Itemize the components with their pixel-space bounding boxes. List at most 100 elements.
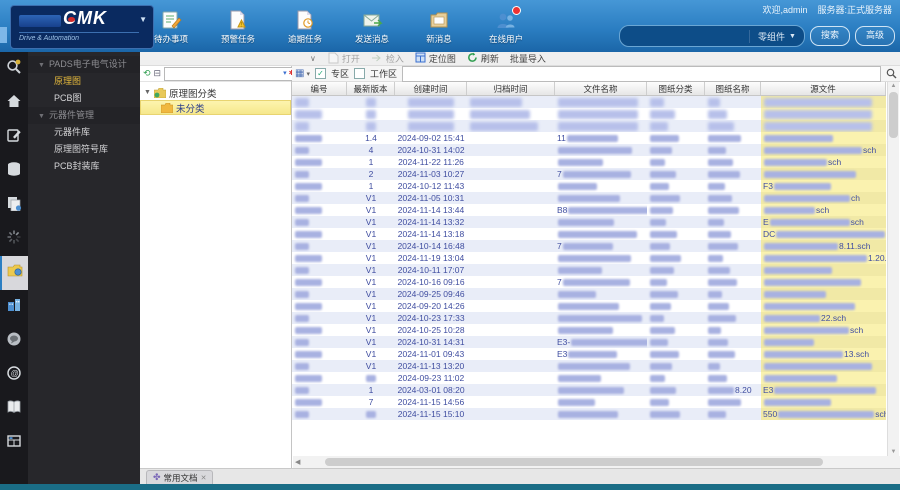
table-filter-input[interactable]	[402, 65, 881, 82]
app-button-overdue-task[interactable]: 逾期任务	[280, 9, 330, 45]
table-row[interactable]: V1 2024-09-20 14:26	[292, 300, 886, 312]
app-button-todo[interactable]: 待办事项	[146, 9, 196, 45]
column-header-最新版本[interactable]: 最新版本	[347, 82, 395, 95]
table-row[interactable]: V1 2024-11-14 13:18 DC11.15.sch	[292, 228, 886, 240]
table-row[interactable]: 2024-11-15 15:10 550 sch	[292, 408, 886, 420]
rail-item-database[interactable]	[0, 154, 28, 188]
part-search-input[interactable]	[627, 30, 744, 42]
toolbar-button-打开[interactable]: 打开	[328, 52, 360, 66]
tree-refresh-icon[interactable]: ⟲	[143, 69, 151, 78]
scroll-up-arrow[interactable]: ▲	[888, 83, 899, 89]
table-row[interactable]: V1 2024-09-25 09:46	[292, 288, 886, 300]
table-row[interactable]: V1 2024-10-25 10:28 sch	[292, 324, 886, 336]
column-header-编号[interactable]: 编号	[292, 82, 347, 95]
nav-item-plain[interactable]: PCB图	[28, 90, 140, 107]
search-icon[interactable]	[886, 68, 897, 79]
table-row[interactable]: V1 2024-11-14 13:44 B8 sch	[292, 204, 886, 216]
redacted-text	[708, 170, 740, 178]
app-button-alert-task[interactable]: ! 预警任务	[213, 9, 263, 45]
column-header-源文件[interactable]: 源文件	[761, 82, 886, 95]
cell-text: 2024-10-11 17:07	[397, 265, 465, 275]
redacted-text	[295, 218, 309, 226]
vertical-scrollbar[interactable]: ▲ ▼	[887, 82, 899, 456]
rail-item-home[interactable]	[0, 86, 28, 120]
rail-item-resource-folder[interactable]	[0, 256, 28, 290]
table-row[interactable]: V1 2024-11-14 13:32 Esch	[292, 216, 886, 228]
zone-checkbox[interactable]: ✓	[314, 68, 326, 79]
nav-item-active[interactable]: 原理图	[28, 73, 140, 90]
vertical-scroll-thumb[interactable]	[889, 92, 898, 138]
table-cell: 8.11.sch	[761, 240, 886, 252]
table-row[interactable]: 1 2024-10-12 11:43 F3	[292, 180, 886, 192]
scroll-left-arrow[interactable]: ◀	[295, 458, 300, 466]
table-row[interactable]: V1 2024-11-01 09:43 E3 13.sch	[292, 348, 886, 360]
rail-item-enterprise[interactable]	[0, 290, 28, 324]
app-button-online-users[interactable]: 在线用户	[481, 6, 531, 45]
redacted-text	[776, 230, 886, 238]
column-header-图纸分类[interactable]: 图纸分类	[647, 82, 705, 95]
redacted-text	[562, 278, 630, 286]
app-button-new-message[interactable]: 新消息	[414, 9, 464, 45]
table-row[interactable]: V1 2024-10-23 17:33 22.sch	[292, 312, 886, 324]
tree-expand-caret[interactable]: ▼	[144, 89, 151, 96]
toolbar-collapse-caret[interactable]: ∨	[310, 54, 316, 63]
rail-item-book[interactable]	[0, 392, 28, 426]
nav-item-plain[interactable]: PCB封装库	[28, 158, 140, 175]
tree-root-node[interactable]: ▼ 原理图分类	[140, 85, 291, 100]
tree-collapse-icon[interactable]: ⊟	[154, 69, 162, 78]
bottom-tab[interactable]: ✤ 常用文档 ✕	[146, 470, 214, 484]
column-header-创建时间[interactable]: 创建时间	[395, 82, 467, 95]
server-text: 服务器:正式服务器	[817, 5, 892, 15]
cell-text: 22.sch	[821, 313, 847, 323]
table-row[interactable]: V1 2024-11-19 13:04 1.20.sch	[292, 252, 886, 264]
rail-item-chat[interactable]	[0, 324, 28, 358]
tree-node-selected[interactable]: 未分类	[140, 100, 291, 115]
table-row[interactable]: 1 2024-03-01 08:20 8.20 E3	[292, 384, 886, 396]
table-row[interactable]	[292, 96, 886, 108]
table-row[interactable]	[292, 120, 886, 132]
rail-item-copy[interactable]	[0, 188, 28, 222]
nav-item-plain[interactable]: 原理图符号库	[28, 141, 140, 158]
table-row[interactable]: 1.4 2024-09-02 15:41 11	[292, 132, 886, 144]
search-category-dropdown[interactable]: 零组件 ▼	[749, 29, 796, 43]
column-header-文件名称[interactable]: 文件名称	[555, 82, 647, 95]
nav-group[interactable]: ▼ PADS电子电气设计	[28, 56, 140, 73]
view-mode-dropdown[interactable]: ▦ ▾	[295, 68, 310, 79]
tree-filter-icon[interactable]: ▾	[283, 70, 287, 77]
workspace-checkbox[interactable]	[353, 68, 365, 79]
table-row[interactable]: V1 2024-11-13 13:20	[292, 360, 886, 372]
rail-item-panel[interactable]	[0, 426, 28, 460]
rail-item-search[interactable]	[0, 52, 28, 86]
table-row[interactable]: 7 2024-11-15 14:56	[292, 396, 886, 408]
redacted-text	[650, 230, 677, 238]
nav-item-plain[interactable]: 元器件库	[28, 124, 140, 141]
rail-item-loading[interactable]	[0, 222, 28, 256]
toolbar-button-定位图[interactable]: 定位图	[415, 52, 456, 65]
toolbar-button-刷新[interactable]: 刷新	[467, 52, 499, 65]
table-row[interactable]: 1 2024-11-22 11:26 sch	[292, 156, 886, 168]
table-row[interactable]: 2 2024-11-03 10:27 7	[292, 168, 886, 180]
tree-search-input[interactable]	[167, 68, 282, 79]
advanced-search-button[interactable]: 高级	[854, 26, 895, 46]
nav-group[interactable]: ▼ 元器件管理	[28, 107, 140, 124]
table-row[interactable]: 4 2024-10-31 14:02 sch	[292, 144, 886, 156]
horizontal-scroll-thumb[interactable]	[325, 458, 823, 466]
column-header-归档时间[interactable]: 归档时间	[467, 82, 555, 95]
close-icon[interactable]: ✕	[201, 474, 207, 482]
table-row[interactable]	[292, 108, 886, 120]
scroll-down-arrow[interactable]: ▼	[888, 449, 899, 455]
table-row[interactable]: V1 2024-10-16 09:16 7	[292, 276, 886, 288]
column-header-图纸名称[interactable]: 图纸名称	[705, 82, 761, 95]
table-row[interactable]: V1 2024-10-14 16:48 7 8.11.sch	[292, 240, 886, 252]
table-row[interactable]: V1 2024-11-05 10:31 ch	[292, 192, 886, 204]
rail-item-edit[interactable]	[0, 120, 28, 154]
toolbar-button-批量导入[interactable]: 批量导入	[510, 52, 546, 65]
table-row[interactable]: V1 2024-10-31 14:31 E3-	[292, 336, 886, 348]
search-button[interactable]: 搜索	[809, 26, 850, 46]
horizontal-scrollbar[interactable]: ◀	[293, 456, 900, 468]
toolbar-button-检入[interactable]: 检入	[371, 52, 404, 65]
app-button-send-message[interactable]: 发送消息	[347, 9, 397, 45]
table-row[interactable]: V1 2024-10-11 17:07	[292, 264, 886, 276]
rail-item-target[interactable]: @	[0, 358, 28, 392]
table-row[interactable]: 2024-09-23 11:02	[292, 372, 886, 384]
